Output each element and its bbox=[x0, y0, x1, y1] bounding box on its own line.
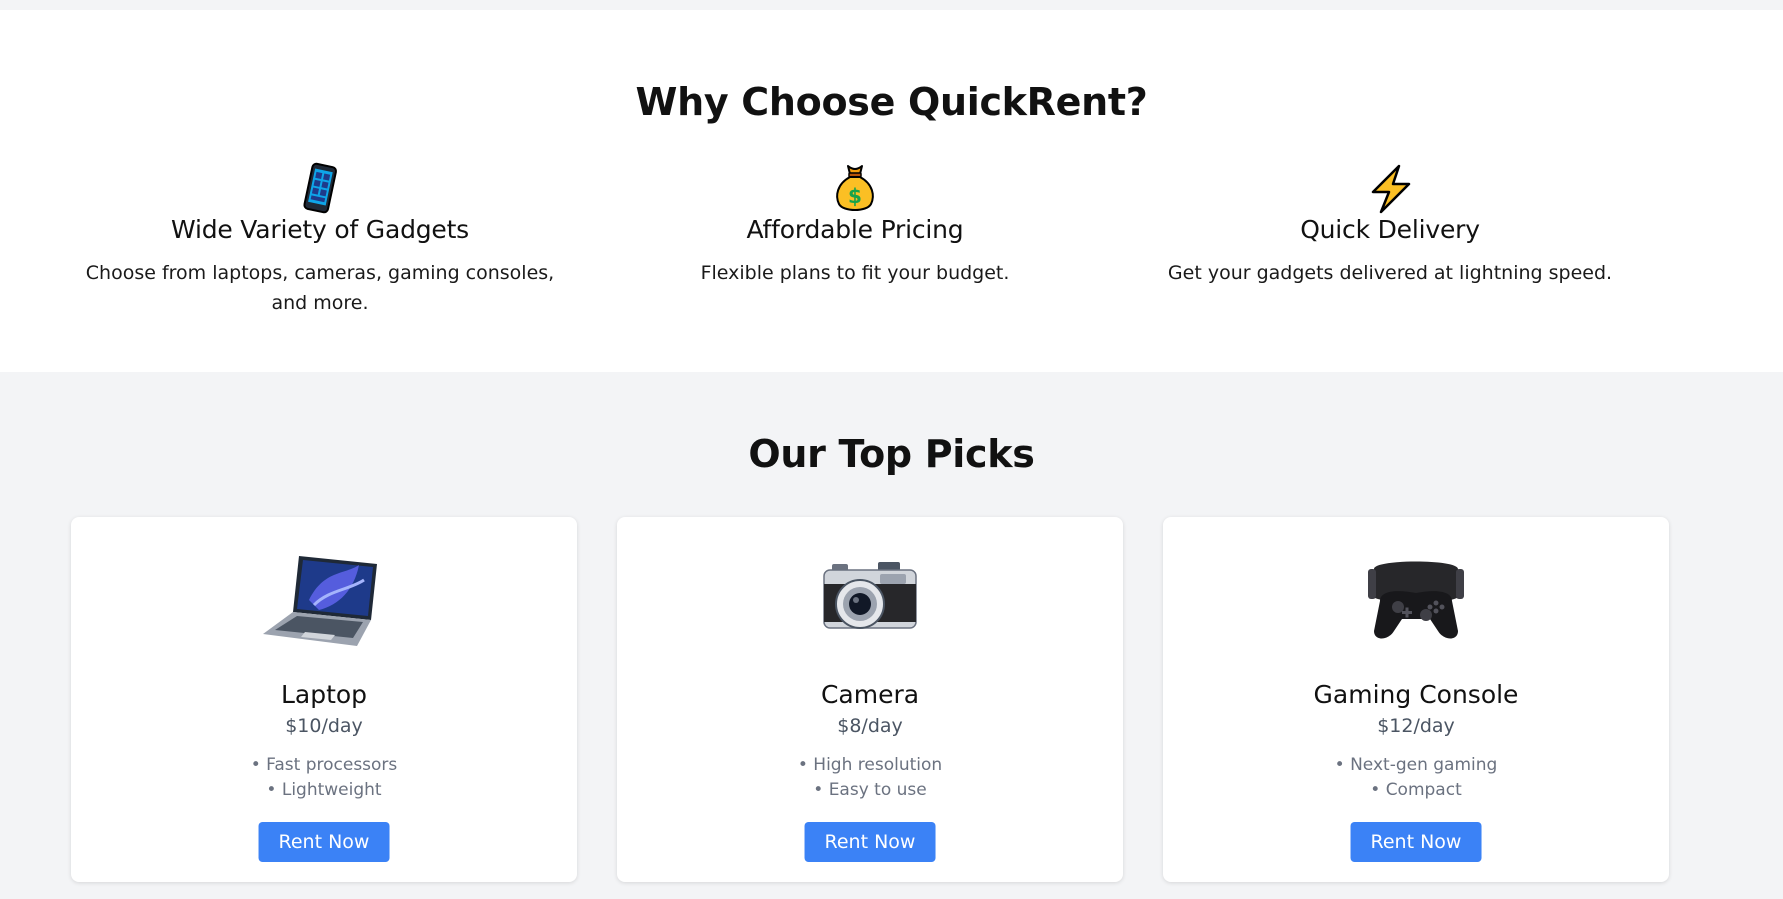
feature-text: Flexible plans to fit your budget. bbox=[700, 262, 1010, 284]
product-name: Gaming Console bbox=[1313, 680, 1519, 709]
product-card-gaming-console: Gaming Console $12/day Next-gen gaming C… bbox=[1163, 517, 1669, 882]
product-features: High resolution Easy to use bbox=[617, 753, 1123, 803]
svg-text:$: $ bbox=[848, 184, 862, 208]
product-features: Next-gen gaming Compact bbox=[1163, 753, 1669, 803]
product-name: Camera bbox=[820, 680, 920, 709]
product-feature: High resolution bbox=[617, 753, 1123, 778]
why-choose-section: Why Choose QuickRent? Wide Variety of Ga… bbox=[0, 10, 1783, 372]
product-feature: Easy to use bbox=[617, 778, 1123, 803]
gaming-console-image bbox=[1163, 545, 1669, 655]
camera-image bbox=[617, 545, 1123, 655]
feature-title: Affordable Pricing bbox=[746, 215, 964, 244]
product-price: $12/day bbox=[1377, 715, 1455, 737]
product-price: $8/day bbox=[837, 715, 903, 737]
product-feature: Next-gen gaming bbox=[1163, 753, 1669, 778]
feature-delivery: Quick Delivery Get your gadgets delivere… bbox=[1140, 160, 1640, 318]
top-picks-section: Our Top Picks Laptop $10/day • Fast proc… bbox=[0, 372, 1783, 899]
rent-now-button[interactable]: Rent Now bbox=[258, 822, 390, 862]
why-choose-title: Why Choose QuickRent? bbox=[635, 80, 1148, 124]
top-picks-title: Our Top Picks bbox=[748, 432, 1035, 476]
lightning-icon bbox=[1140, 160, 1640, 218]
product-feature: Compact bbox=[1163, 778, 1669, 803]
feature-title: Quick Delivery bbox=[1300, 215, 1480, 244]
product-features: Fast processors Lightweight bbox=[71, 753, 577, 803]
top-strip bbox=[0, 0, 1783, 10]
product-card-laptop: Laptop $10/day Fast processors Lightweig… bbox=[71, 517, 577, 882]
laptop-image bbox=[71, 545, 577, 655]
product-name: Laptop bbox=[280, 680, 368, 709]
rent-now-button[interactable]: Rent Now bbox=[804, 822, 936, 862]
feature-title: Wide Variety of Gadgets bbox=[170, 215, 470, 244]
product-price: $10/day bbox=[285, 715, 363, 737]
mobile-phone-icon bbox=[70, 160, 570, 218]
feature-pricing: $ Affordable Pricing Flexible plans to f… bbox=[605, 160, 1105, 318]
product-feature: Lightweight bbox=[71, 778, 577, 803]
rent-now-button[interactable]: Rent Now bbox=[1350, 822, 1482, 862]
feature-text: Get your gadgets delivered at lightning … bbox=[1167, 262, 1613, 284]
page: Why Choose QuickRent? Wide Variety of Ga… bbox=[0, 0, 1783, 899]
feature-variety: Wide Variety of Gadgets Choose from lapt… bbox=[70, 160, 570, 318]
product-feature: Fast processors bbox=[71, 753, 577, 778]
product-card-camera: Camera $8/day High resolution Easy to us… bbox=[617, 517, 1123, 882]
money-bag-icon: $ bbox=[605, 160, 1105, 218]
features-row: Wide Variety of Gadgets Choose from lapt… bbox=[70, 160, 1640, 318]
feature-text: Choose from laptops, cameras, gaming con… bbox=[85, 262, 555, 314]
product-cards: Laptop $10/day Fast processors Lightweig… bbox=[71, 517, 1671, 882]
